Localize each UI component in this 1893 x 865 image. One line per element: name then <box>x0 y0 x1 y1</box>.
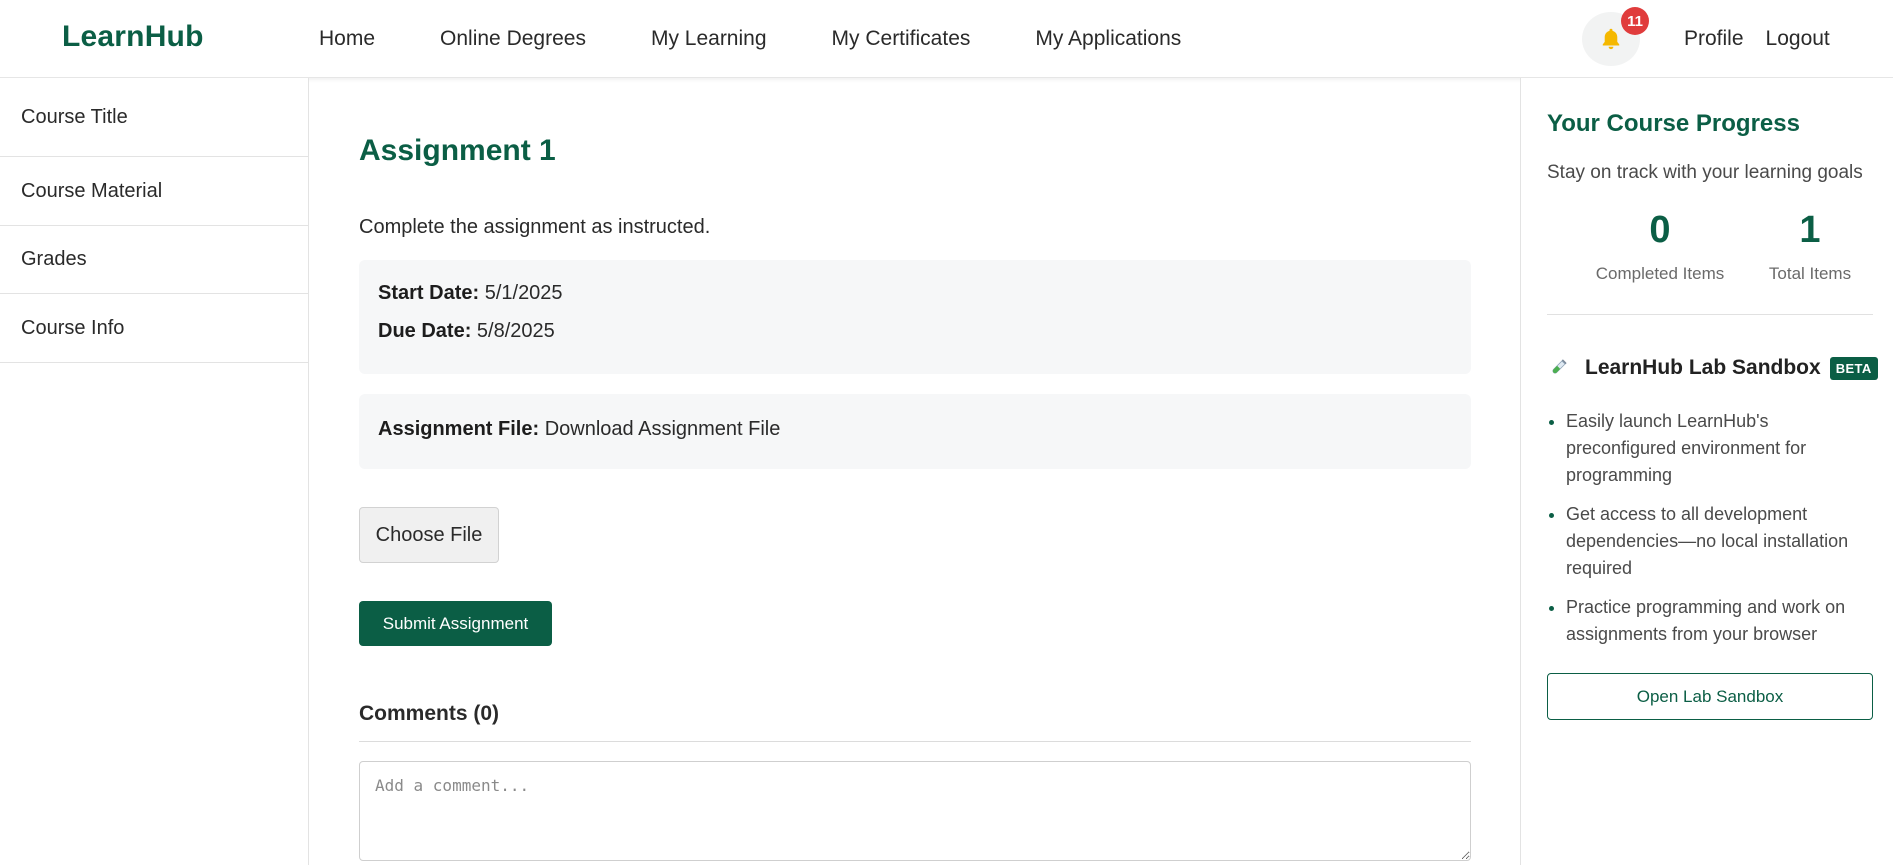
bell-icon <box>1602 28 1620 50</box>
progress-divider <box>1547 314 1873 315</box>
progress-title: Your Course Progress <box>1547 110 1800 137</box>
due-date-value: 5/8/2025 <box>476 320 555 342</box>
start-date-label: Start Date: <box>378 282 480 304</box>
due-date-row: Due Date: 5/8/2025 <box>378 320 555 343</box>
top-navbar: LearnHub Home Online Degrees My Learning… <box>0 0 1893 78</box>
submit-assignment-button[interactable]: Submit Assignment <box>359 601 552 646</box>
sidebar-item-course-info[interactable]: Course Info <box>0 294 308 363</box>
lab-feature-item: Practice programming and work on assignm… <box>1547 594 1877 648</box>
total-items-stat: 1 Total Items <box>1745 210 1875 284</box>
profile-link[interactable]: Profile <box>1684 27 1744 51</box>
assignment-dates-box: Start Date: 5/1/2025 Due Date: 5/8/2025 <box>359 260 1471 374</box>
sidebar-item-course-material[interactable]: Course Material <box>0 157 308 226</box>
sidebar-item-course-title[interactable]: Course Title <box>0 78 308 157</box>
lab-sandbox-header: LearnHub Lab Sandbox BETA <box>1547 356 1878 380</box>
brand-logo[interactable]: LearnHub <box>62 20 204 54</box>
download-assignment-link[interactable]: Download Assignment File <box>545 418 781 440</box>
open-lab-sandbox-button[interactable]: Open Lab Sandbox <box>1547 673 1873 720</box>
completed-items-count: 0 <box>1649 209 1671 251</box>
sidebar-item-grades[interactable]: Grades <box>0 226 308 294</box>
start-date-value: 5/1/2025 <box>484 282 563 304</box>
completed-items-label: Completed Items <box>1595 264 1725 283</box>
user-links: Profile Logout <box>1684 0 1852 78</box>
logout-link[interactable]: Logout <box>1766 27 1830 51</box>
lab-feature-item: Easily launch LearnHub's preconfigured e… <box>1547 408 1877 489</box>
nav-my-applications[interactable]: My Applications <box>1035 27 1181 51</box>
assignment-main: Assignment 1 Complete the assignment as … <box>309 78 1520 865</box>
lab-feature-item: Get access to all development dependenci… <box>1547 501 1877 582</box>
progress-panel: Your Course Progress Stay on track with … <box>1520 78 1893 865</box>
comment-input[interactable] <box>359 761 1471 861</box>
nav-my-learning[interactable]: My Learning <box>651 27 767 51</box>
assignment-description: Complete the assignment as instructed. <box>359 216 711 238</box>
course-sidebar: Course Title Course Material Grades Cour… <box>0 78 309 865</box>
page-title: Assignment 1 <box>359 134 556 167</box>
lab-sandbox-title: LearnHub Lab Sandbox <box>1585 356 1821 379</box>
nav-home[interactable]: Home <box>319 27 375 51</box>
nav-online-degrees[interactable]: Online Degrees <box>440 27 586 51</box>
total-items-label: Total Items <box>1768 264 1852 283</box>
completed-items-stat: 0 Completed Items <box>1575 210 1745 284</box>
beta-badge: BETA <box>1829 356 1878 380</box>
total-items-count: 1 <box>1799 209 1821 251</box>
main-nav: Home Online Degrees My Learning My Certi… <box>319 0 1246 78</box>
comments-divider <box>359 741 1471 742</box>
lab-features-list: Easily launch LearnHub's preconfigured e… <box>1547 408 1877 660</box>
progress-subtitle: Stay on track with your learning goals <box>1547 162 1863 183</box>
assignment-file-label: Assignment File: <box>378 418 540 440</box>
assignment-file-box: Assignment File: Download Assignment Fil… <box>359 394 1471 469</box>
comments-heading: Comments (0) <box>359 702 500 725</box>
choose-file-button[interactable]: Choose File <box>359 507 499 563</box>
nav-my-certificates[interactable]: My Certificates <box>832 27 971 51</box>
test-tube-icon <box>1552 359 1567 374</box>
assignment-file-row: Assignment File: Download Assignment Fil… <box>378 418 780 441</box>
notification-count-badge: 11 <box>1621 7 1649 35</box>
start-date-row: Start Date: 5/1/2025 <box>378 282 563 305</box>
due-date-label: Due Date: <box>378 320 472 342</box>
notifications-button[interactable]: 11 <box>1582 7 1649 66</box>
